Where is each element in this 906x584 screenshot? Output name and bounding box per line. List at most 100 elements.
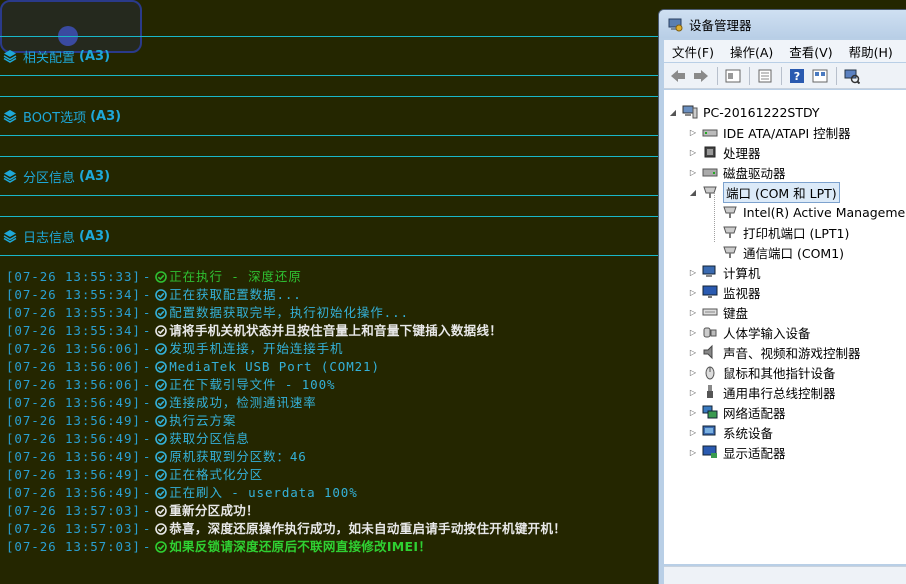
tree-item-port-2[interactable]: 通信端口 (COM1) [708,242,844,262]
tree-item-cat-5[interactable]: ▷ 监视器 [688,282,761,302]
tree-item-cat-4[interactable]: ▷ 计算机 [688,262,761,282]
collapse-arrow-icon[interactable]: ◢ [688,187,698,197]
sound-icon [703,344,713,360]
log-line: [07-26 13:56:06] - 正在下载引导文件 - 100% [6,376,660,394]
tree-item-cat-9[interactable]: ▷ 鼠标和其他指针设备 [688,362,836,382]
tree-item-cat-0[interactable]: ▷ IDE ATA/ATAPI 控制器 [688,122,851,142]
log-separator: - [142,521,152,536]
expand-arrow-icon[interactable]: ▷ [688,267,698,277]
back-icon[interactable] [667,66,689,86]
ide-controller-icon [702,129,718,137]
section-log[interactable]: 日志信息 (A3) [0,216,660,256]
tree-item-cat-6[interactable]: ▷ 键盘 [688,302,748,322]
collapse-arrow-icon[interactable]: ◢ [668,107,678,117]
expand-arrow-icon[interactable]: ▷ [688,167,698,177]
tree-item-label: 计算机 [723,265,761,281]
expand-arrow-icon[interactable]: ▷ [688,427,698,437]
tree-item-cat-8[interactable]: ▷ 声音、视频和游戏控制器 [688,342,861,362]
tree-item-cat-13[interactable]: ▷ 显示适配器 [688,442,786,462]
layers-icon [3,110,17,123]
menu-bar: 文件(F) 操作(A) 查看(V) 帮助(H) [664,40,906,62]
tree-item-cat-3[interactable]: ◢ 端口 (COM 和 LPT) [688,181,840,203]
tree-item-cat-7[interactable]: ▷ 人体学输入设备 [688,322,811,342]
port-icon [723,246,737,258]
scan-hardware-icon[interactable] [841,66,863,86]
expand-arrow-icon[interactable]: ▷ [688,127,698,137]
section-boot-header[interactable]: BOOT选项 (A3) [3,107,121,126]
tree-item-label: 声音、视频和游戏控制器 [723,345,861,361]
log-separator: - [142,467,152,482]
tree-item-label: PC-20161222STDY [703,104,820,120]
computer-root-icon [682,105,698,119]
menu-file[interactable]: 文件(F) [664,42,722,61]
device-manager-window[interactable]: 设备管理器 文件(F) 操作(A) 查看(V) 帮助(H) ? ◢ PC-2016… [658,9,906,584]
tree-item-label: 鼠标和其他指针设备 [723,365,836,381]
view-icon[interactable] [809,66,831,86]
section-config-tag: (A3) [79,48,111,64]
port-icon [723,206,737,218]
log-message: 获取分区信息 [169,431,250,446]
tree-item-cat-10[interactable]: ▷ 通用串行总线控制器 [688,382,836,402]
menu-action[interactable]: 操作(A) [722,42,781,61]
tree-item-port-1[interactable]: 打印机端口 (LPT1) [708,222,849,242]
tree-item-cat-1[interactable]: ▷ 处理器 [688,142,761,162]
expand-arrow-icon[interactable]: ▷ [688,407,698,417]
update-icon[interactable] [754,66,776,86]
expand-arrow-icon[interactable]: ▷ [688,387,698,397]
section-partition-header[interactable]: 分区信息 (A3) [3,167,111,186]
log-separator: - [142,413,152,428]
menu-help[interactable]: 帮助(H) [841,42,901,61]
tree-item-cat-2[interactable]: ▷ 磁盘驱动器 [688,162,786,182]
tree-item-label: 打印机端口 (LPT1) [743,225,850,241]
expand-arrow-icon[interactable]: ▷ [688,147,698,157]
section-partition-tag: (A3) [79,168,111,184]
window-titlebar[interactable]: 设备管理器 [659,10,906,38]
log-separator: - [142,341,152,356]
check-circle-white-icon [155,325,168,337]
expand-arrow-icon[interactable]: ▷ [688,447,698,457]
log-timestamp: [07-26 13:55:33] [6,269,141,284]
section-config-header[interactable]: 相关配置 (A3) [3,47,111,66]
log-message: 正在执行 - 深度还原 [169,269,302,284]
section-partition[interactable]: 分区信息 (A3) [0,156,660,196]
log-timestamp: [07-26 13:55:34] [6,305,141,320]
log-line: [07-26 13:56:06] - 发现手机连接，开始连接手机 [6,340,660,358]
svg-text:?: ? [794,70,800,83]
expand-arrow-icon[interactable]: ▷ [688,307,698,317]
section-config[interactable]: 相关配置 (A3) [0,36,660,76]
log-message: 正在下载引导文件 - 100% [169,377,336,392]
expand-arrow-icon[interactable]: ▷ [688,327,698,337]
section-boot[interactable]: BOOT选项 (A3) [0,96,660,136]
section-log-header[interactable]: 日志信息 (A3) [3,227,110,246]
log-output: [07-26 13:55:33] - 正在执行 - 深度还原 [07-26 13:55… [6,268,660,556]
expand-arrow-icon[interactable]: ▷ [688,367,698,377]
expand-arrow-icon[interactable]: ▷ [688,347,698,357]
check-circle-cyan-icon [155,415,168,427]
expand-arrow-icon[interactable]: ▷ [688,287,698,297]
log-line: [07-26 13:57:03] - 如果反锁请深度还原后不联网直接修改IMEI！ [6,538,660,556]
check-circle-cyan-icon [155,451,168,463]
toolbar: ? [664,63,906,89]
forward-icon[interactable] [690,66,712,86]
help-icon[interactable]: ? [786,66,808,86]
log-timestamp: [07-26 13:57:03] [6,503,141,518]
tree-item-cat-12[interactable]: ▷ 系统设备 [688,422,773,442]
computer-icon [702,265,716,277]
log-message: 正在刷入 - userdata 100% [169,485,358,500]
tree-item-label: 通信端口 (COM1) [743,245,845,261]
tree-item-port-0[interactable]: Intel(R) Active Management [708,202,906,222]
log-line: [07-26 13:57:03] - 恭喜，深度还原操作执行成功，如未自动重启请手动… [6,520,660,538]
menu-view[interactable]: 查看(V) [781,42,840,61]
tree-item-cat-11[interactable]: ▷ 网络适配器 [688,402,786,422]
network-icon [702,405,718,419]
log-line: [07-26 13:56:49] - 连接成功，检测通讯速率 [6,394,660,412]
log-timestamp: [07-26 13:56:49] [6,449,141,464]
tree-item-root[interactable]: ◢ PC-20161222STDY [668,102,820,122]
properties-icon[interactable] [722,66,744,86]
log-separator: - [142,305,152,320]
tree-item-label: 处理器 [723,145,761,161]
tree-item-label: 通用串行总线控制器 [723,385,836,401]
check-circle-white-icon [155,505,168,517]
log-separator: - [142,395,152,410]
check-circle-cyan-icon [155,397,168,409]
